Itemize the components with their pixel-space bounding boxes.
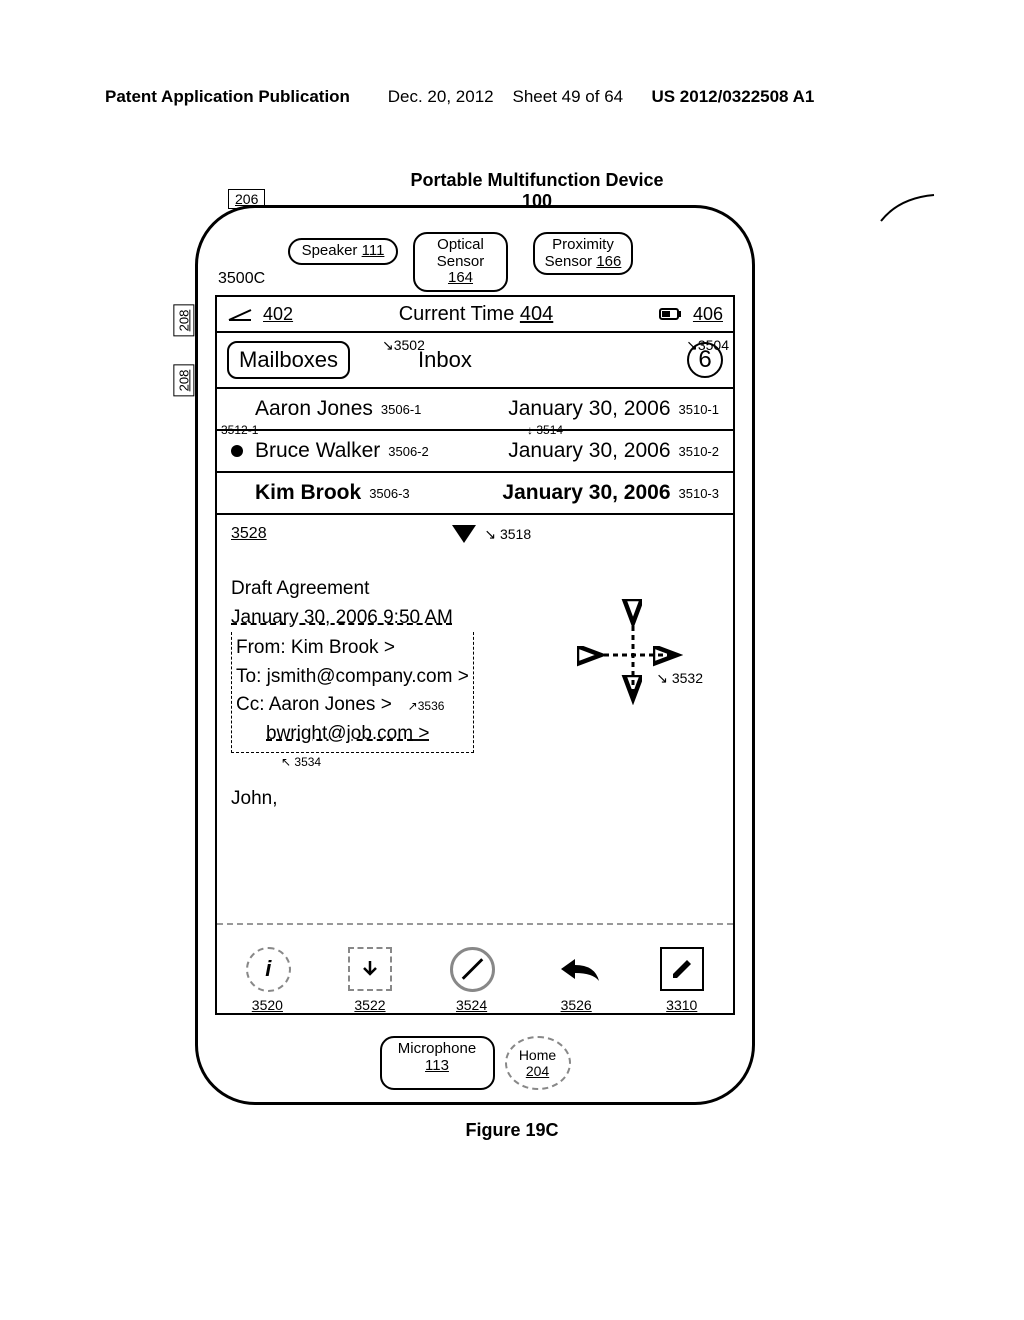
touchscreen[interactable]: 402 Current Time 404 406 Mailboxes ↘3502… — [215, 295, 735, 1015]
cc-row-2[interactable]: bwright@job.com > — [236, 720, 469, 749]
message-row[interactable]: 3512-1 Bruce Walker 3506-2 ↓ 3514 Januar… — [217, 431, 733, 473]
header-block: From: Kim Brook > To: jsmith@company.com… — [231, 632, 474, 753]
battery-icon — [659, 308, 683, 320]
message-preview[interactable]: 3528 ↘ 3518 ↘ 3532 Draft Agreement Janua… — [217, 515, 733, 824]
toolbar-item: 3522 — [348, 947, 392, 991]
status-bar: 402 Current Time 404 406 — [217, 297, 733, 333]
pub-date: Dec. 20, 2012 — [388, 87, 494, 106]
ref-404: 404 — [520, 303, 553, 325]
ref-3506-3: 3506-3 — [369, 486, 409, 501]
compose-button[interactable] — [660, 947, 704, 991]
ref-3512-1: 3512-1 — [221, 423, 258, 437]
info-icon: i — [265, 956, 271, 982]
ref-3536: ↗3536 — [408, 699, 445, 713]
microphone-label: Microphone 113 — [380, 1036, 495, 1090]
toolbar-item: 3524 — [450, 947, 495, 992]
bottom-hw: Microphone 113 Home 204 — [198, 1036, 752, 1090]
ref-3518: ↘ 3518 — [480, 526, 531, 542]
navbar: Mailboxes ↘3502 Inbox 6 ↘3504 — [217, 333, 733, 389]
signal-icon — [227, 308, 253, 322]
ref-3532: ↘ 3532 — [656, 670, 703, 687]
sheet-num: Sheet 49 of 64 — [513, 87, 624, 106]
proximity-ref: 166 — [596, 253, 621, 270]
message-row-selected[interactable]: Kim Brook 3506-3 January 30, 2006 3510-3 — [217, 473, 733, 515]
block-button[interactable] — [450, 947, 495, 992]
pub-label: Patent Application Publication — [105, 87, 350, 106]
figure-caption: Figure 19C — [0, 1120, 1024, 1141]
ref-3502: ↘3502 — [382, 337, 425, 354]
ref-3526: 3526 — [561, 997, 592, 1013]
unread-dot-icon — [231, 445, 243, 457]
download-icon — [358, 957, 382, 981]
ref-3528: 3528 — [231, 525, 267, 542]
ref-402: 402 — [263, 304, 293, 324]
ref-3506-1: 3506-1 — [381, 402, 421, 417]
ref-208-bottom: 208 — [173, 365, 194, 397]
ref-3522: 3522 — [354, 997, 385, 1013]
download-button[interactable] — [348, 947, 392, 991]
ref-3510-2: 3510-2 — [679, 444, 719, 459]
device-frame: Speaker 111 Optical Sensor 164 Proximity… — [195, 205, 755, 1105]
speaker-ref: 111 — [362, 242, 385, 259]
reply-icon — [553, 951, 603, 987]
ref-3506-2: 3506-2 — [388, 444, 428, 459]
compose-icon — [669, 956, 695, 982]
microphone-ref: 113 — [425, 1057, 449, 1074]
chevron-down-icon — [452, 525, 476, 543]
message-date: January 30, 2006 — [508, 439, 670, 463]
ref-3534: ↖ 3534 — [231, 753, 719, 771]
optical-ref: 164 — [448, 269, 473, 286]
info-button[interactable]: i — [246, 947, 291, 992]
cc-row[interactable]: Cc: Aaron Jones > ↗3536 — [236, 691, 469, 720]
ref-3514: ↓ 3514 — [527, 423, 563, 437]
sender-name: Aaron Jones — [255, 397, 373, 421]
sender-name: Kim Brook — [255, 481, 361, 505]
home-ref: 204 — [526, 1063, 549, 1079]
reply-button[interactable] — [553, 947, 603, 992]
callout-arrow-icon — [879, 193, 939, 223]
home-button[interactable]: Home 204 — [505, 1036, 571, 1090]
message-date: January 30, 2006 — [502, 481, 670, 505]
ref-3510-3: 3510-3 — [679, 486, 719, 501]
ref-3520: 3520 — [252, 997, 283, 1013]
toolbar-item: 3310 — [660, 947, 704, 991]
scroll-gesture-icon — [573, 595, 693, 715]
figure-ref-3500c: 3500C — [218, 270, 265, 288]
to-row[interactable]: To: jsmith@company.com > — [236, 663, 469, 692]
toolbar-item: 3526 — [553, 947, 603, 992]
ref-3504: ↘3504 — [686, 337, 729, 354]
mailboxes-button[interactable]: Mailboxes — [227, 341, 350, 379]
optical-sensor-label: Optical Sensor 164 — [413, 232, 508, 292]
expand-indicator[interactable]: ↘ 3518 — [452, 525, 531, 548]
ref-3510-1: 3510-1 — [679, 402, 719, 417]
page-header: Patent Application Publication Dec. 20, … — [105, 87, 929, 107]
message-date: January 30, 2006 — [508, 397, 670, 421]
signal-block: 402 — [227, 304, 293, 325]
inbox-title: Inbox — [418, 347, 472, 373]
prohibit-icon — [453, 949, 492, 989]
from-row[interactable]: From: Kim Brook > — [236, 634, 469, 663]
ref-208-top: 208 — [173, 305, 194, 337]
message-row[interactable]: Aaron Jones 3506-1 January 30, 2006 3510… — [217, 389, 733, 431]
sender-name: Bruce Walker — [255, 439, 380, 463]
ref-3310: 3310 — [666, 997, 697, 1013]
proximity-sensor-label: Proximity Sensor 166 — [533, 232, 633, 275]
ref-406: 406 — [693, 304, 723, 324]
toolbar-item: i 3520 — [246, 947, 291, 992]
time-label: Current Time 404 — [399, 303, 554, 326]
body-greeting: John, — [231, 785, 719, 814]
ref-3524: 3524 — [456, 997, 487, 1013]
speaker-label: Speaker 111 — [288, 238, 398, 265]
toolbar: i 3520 3522 3524 — [217, 923, 733, 1013]
pub-num: US 2012/0322508 A1 — [651, 87, 814, 106]
battery-block: 406 — [659, 304, 723, 325]
